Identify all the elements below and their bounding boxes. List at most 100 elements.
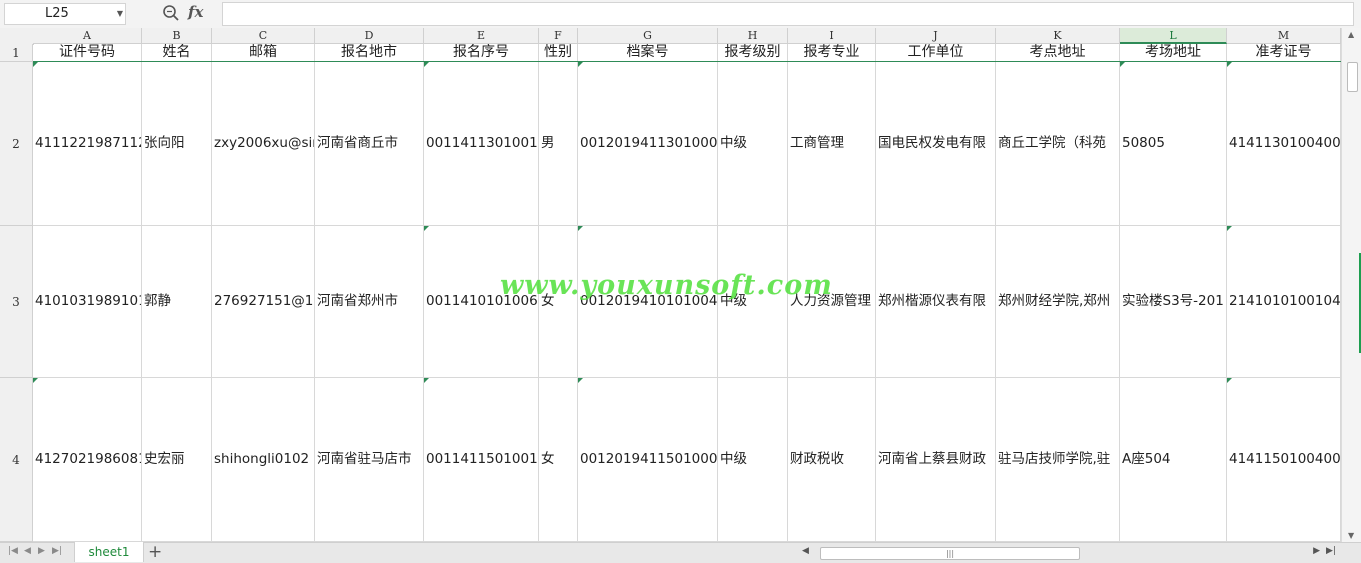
cell-i4[interactable]: 财政税收 xyxy=(788,378,876,542)
header-cell-d[interactable]: 报名地市 xyxy=(315,44,424,62)
cell-value: 邮箱 xyxy=(249,44,277,60)
cell-d3[interactable]: 河南省郑州市 xyxy=(315,226,424,378)
cell-value: 史宏丽 xyxy=(144,451,185,467)
vertical-scrollbar[interactable]: ▲ ▼ xyxy=(1341,28,1361,542)
cell-a4[interactable]: 4127021986081 xyxy=(33,378,142,542)
cell-i3[interactable]: 人力资源管理 xyxy=(788,226,876,378)
header-cell-f[interactable]: 性别 xyxy=(539,44,578,62)
column-header-k[interactable]: K xyxy=(996,28,1120,44)
cell-e2[interactable]: 00114113010010 xyxy=(424,62,539,226)
scroll-end-icon[interactable]: ▶| xyxy=(1326,546,1336,556)
next-sheet-icon[interactable]: ▶ xyxy=(38,546,45,556)
cell-l4[interactable]: A座504 xyxy=(1120,378,1227,542)
cell-l3[interactable]: 实验楼S3号-201 xyxy=(1120,226,1227,378)
cell-k3[interactable]: 郑州财经学院,郑州 xyxy=(996,226,1120,378)
cell-b2[interactable]: 张向阳 xyxy=(142,62,212,226)
cell-j2[interactable]: 国电民权发电有限 xyxy=(876,62,996,226)
vertical-scroll-thumb[interactable] xyxy=(1347,62,1358,92)
cell-a3[interactable]: 4101031989101 xyxy=(33,226,142,378)
cell-m4[interactable]: 41411501004003 xyxy=(1227,378,1341,542)
cell-g2[interactable]: 00120194113010007 xyxy=(578,62,718,226)
column-header-d[interactable]: D xyxy=(315,28,424,44)
sheet-tab[interactable]: sheet1 xyxy=(74,542,144,562)
column-header-a[interactable]: A xyxy=(33,28,142,44)
horizontal-scrollbar[interactable]: ◀ ||| ▶ ▶| xyxy=(798,546,1338,560)
prev-sheet-icon[interactable]: ◀ xyxy=(24,546,31,556)
column-header-m[interactable]: M xyxy=(1227,28,1341,44)
cell-k2[interactable]: 商丘工学院（科苑 xyxy=(996,62,1120,226)
cell-e4[interactable]: 00114115010010 xyxy=(424,378,539,542)
header-cell-b[interactable]: 姓名 xyxy=(142,44,212,62)
cell-value: 准考证号 xyxy=(1255,44,1312,60)
cell-c2[interactable]: zxy2006xu@sin xyxy=(212,62,315,226)
header-cell-e[interactable]: 报名序号 xyxy=(424,44,539,62)
row-header-2[interactable]: 2 xyxy=(0,62,33,226)
column-header-c[interactable]: C xyxy=(212,28,315,44)
column-header-b[interactable]: B xyxy=(142,28,212,44)
header-cell-i[interactable]: 报考专业 xyxy=(788,44,876,62)
cell-value: 00114115010010 xyxy=(426,451,539,467)
scroll-right-icon[interactable]: ▶ xyxy=(1313,546,1320,556)
cell-b3[interactable]: 郭静 xyxy=(142,226,212,378)
row-header-1[interactable]: 1 xyxy=(0,44,33,62)
cell-h3[interactable]: 中级 xyxy=(718,226,788,378)
cell-value: 档案号 xyxy=(626,44,669,60)
cell-j3[interactable]: 郑州楷源仪表有限 xyxy=(876,226,996,378)
fx-icon[interactable]: fx xyxy=(188,3,203,21)
header-cell-c[interactable]: 邮箱 xyxy=(212,44,315,62)
scroll-left-icon[interactable]: ◀ xyxy=(802,546,809,556)
header-cell-m[interactable]: 准考证号 xyxy=(1227,44,1341,62)
cell-f4[interactable]: 女 xyxy=(539,378,578,542)
column-header-i[interactable]: I xyxy=(788,28,876,44)
cell-k4[interactable]: 驻马店技师学院,驻 xyxy=(996,378,1120,542)
cell-g4[interactable]: 00120194115010000 xyxy=(578,378,718,542)
row-header-3[interactable]: 3 xyxy=(0,226,33,378)
cell-j4[interactable]: 河南省上蔡县财政 xyxy=(876,378,996,542)
cell-g3[interactable]: 00120194101010046 xyxy=(578,226,718,378)
header-cell-j[interactable]: 工作单位 xyxy=(876,44,996,62)
cell-i2[interactable]: 工商管理 xyxy=(788,62,876,226)
cell-value: 河南省商丘市 xyxy=(317,135,398,151)
formula-input[interactable] xyxy=(222,2,1354,26)
cell-h4[interactable]: 中级 xyxy=(718,378,788,542)
text-number-indicator-icon xyxy=(1227,378,1232,383)
header-cell-g[interactable]: 档案号 xyxy=(578,44,718,62)
column-header-h[interactable]: H xyxy=(718,28,788,44)
select-all-corner[interactable] xyxy=(0,28,34,45)
row-header-4[interactable]: 4 xyxy=(0,378,33,542)
magnifier-icon[interactable] xyxy=(162,4,180,22)
cell-f3[interactable]: 女 xyxy=(539,226,578,378)
cell-e3[interactable]: 00114101010067 xyxy=(424,226,539,378)
first-sheet-icon[interactable]: |◀ xyxy=(8,546,18,556)
header-cell-l[interactable]: 考场地址 xyxy=(1120,44,1227,62)
cell-m2[interactable]: 41411301004001 xyxy=(1227,62,1341,226)
name-box[interactable]: L25 ▼ xyxy=(4,3,126,25)
column-header-j[interactable]: J xyxy=(876,28,996,44)
header-cell-h[interactable]: 报考级别 xyxy=(718,44,788,62)
cell-value: 00120194113010007 xyxy=(580,135,718,151)
cell-d2[interactable]: 河南省商丘市 xyxy=(315,62,424,226)
column-header-l[interactable]: L xyxy=(1120,28,1227,44)
column-header-g[interactable]: G xyxy=(578,28,718,44)
add-sheet-button[interactable]: + xyxy=(148,542,162,562)
cell-value: 4127021986081 xyxy=(35,451,142,467)
cell-a2[interactable]: 4111221987112 xyxy=(33,62,142,226)
cell-m3[interactable]: 21410101001044 xyxy=(1227,226,1341,378)
cell-b4[interactable]: 史宏丽 xyxy=(142,378,212,542)
header-cell-k[interactable]: 考点地址 xyxy=(996,44,1120,62)
chevron-down-icon[interactable]: ▼ xyxy=(117,4,123,24)
column-header-f[interactable]: F xyxy=(539,28,578,44)
cell-d4[interactable]: 河南省驻马店市 xyxy=(315,378,424,542)
cell-l2[interactable]: 50805 xyxy=(1120,62,1227,226)
scroll-up-icon[interactable]: ▲ xyxy=(1348,30,1354,39)
cell-c4[interactable]: shihongli0102 xyxy=(212,378,315,542)
header-row-underline xyxy=(33,61,1341,62)
header-cell-a[interactable]: 证件号码 xyxy=(33,44,142,62)
column-header-e[interactable]: E xyxy=(424,28,539,44)
cell-h2[interactable]: 中级 xyxy=(718,62,788,226)
cell-c3[interactable]: 276927151@163 xyxy=(212,226,315,378)
last-sheet-icon[interactable]: ▶| xyxy=(52,546,62,556)
scroll-down-icon[interactable]: ▼ xyxy=(1348,531,1354,540)
horizontal-scroll-thumb[interactable]: ||| xyxy=(820,547,1080,560)
cell-f2[interactable]: 男 xyxy=(539,62,578,226)
